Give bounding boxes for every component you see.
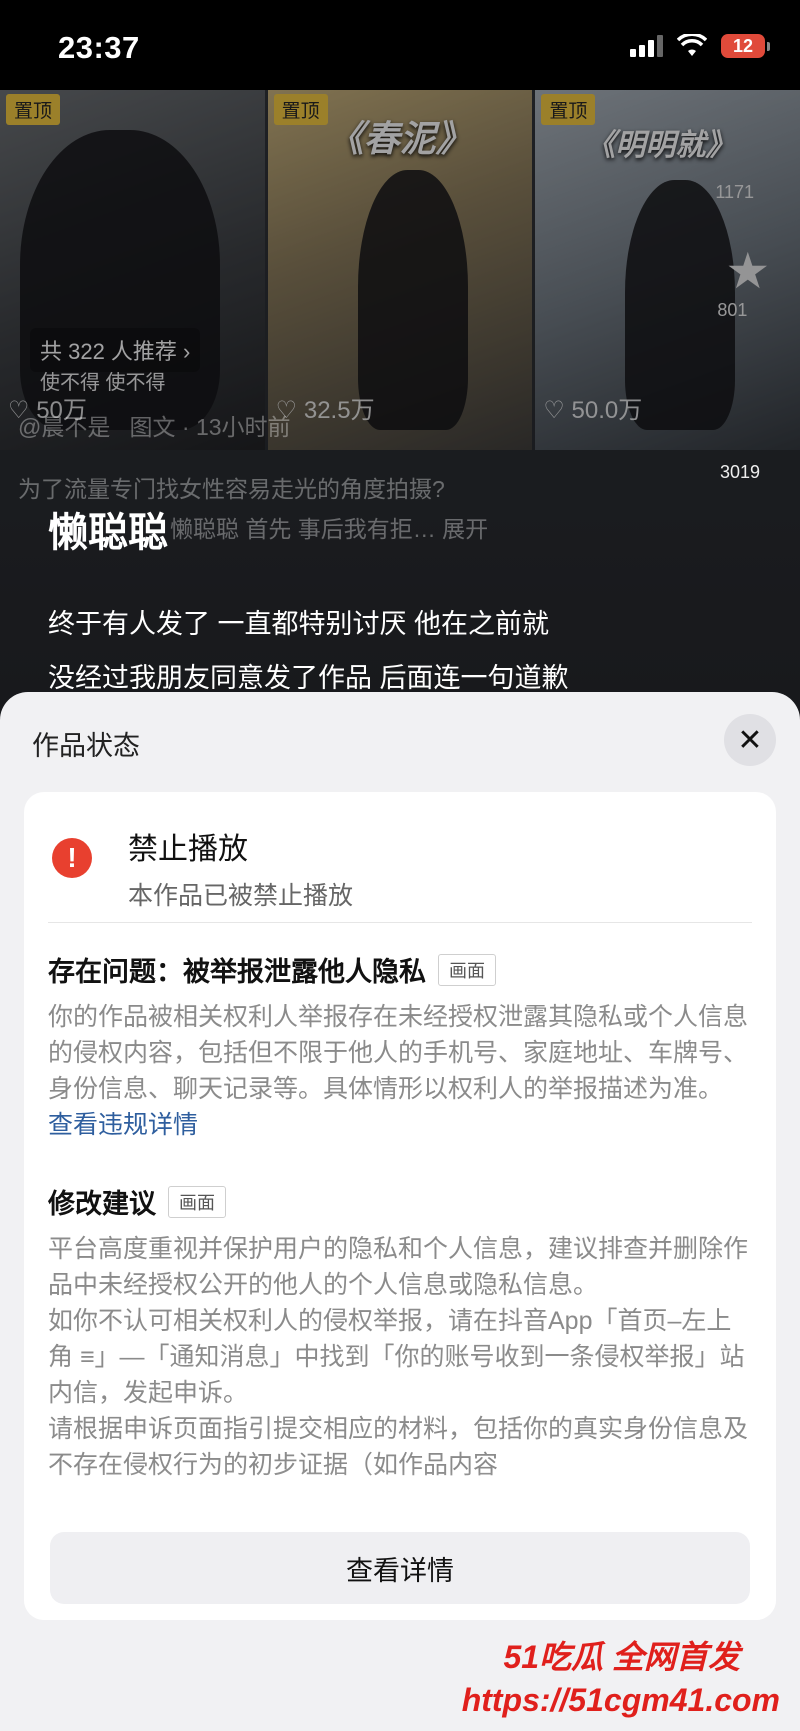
battery-level: 12 bbox=[721, 34, 765, 58]
view-details-button[interactable]: 查看详情 bbox=[50, 1532, 750, 1604]
status-time: 23:37 bbox=[58, 30, 140, 65]
close-icon: ✕ bbox=[737, 723, 763, 757]
status-subtitle: 本作品已被禁止播放 bbox=[128, 882, 354, 910]
stat-count: 3019 bbox=[720, 462, 761, 482]
ghost-caption-2: 懒聪聪 首先 事后我有拒… 展开 bbox=[170, 516, 489, 542]
battery-icon: 12 bbox=[721, 34, 770, 58]
status-header: ! 禁止播放 本作品已被禁止播放 bbox=[52, 824, 353, 912]
cellular-signal-icon bbox=[630, 35, 663, 57]
ghost-caption: 为了流量专门找女性容易走光的角度拍摄? bbox=[18, 476, 445, 502]
wifi-icon bbox=[677, 34, 707, 56]
close-button[interactable]: ✕ bbox=[724, 714, 776, 766]
alert-icon: ! bbox=[52, 838, 92, 878]
advice-section: 修改建议 画面 平台高度重视并保护用户的隐私和个人信息，建议排查并删除作品中未经… bbox=[48, 1182, 752, 1483]
author-name: 懒聪聪 bbox=[48, 511, 168, 555]
watermark-logo: 51吃瓜 全网首发 bbox=[503, 1639, 741, 1675]
watermark-url: https://51cgm41.com bbox=[461, 1682, 780, 1718]
advice-tag: 画面 bbox=[168, 1185, 226, 1218]
ghost-author: @晨不是 图文 · 13小时前 bbox=[18, 414, 291, 440]
issue-tag: 画面 bbox=[438, 953, 496, 986]
description-line: 终于有人发了 一直都特别讨厌 他在之前就 bbox=[48, 609, 550, 639]
issue-title: 存在问题：被举报泄露他人隐私 bbox=[48, 957, 426, 987]
issue-section: 存在问题：被举报泄露他人隐私 画面 你的作品被相关权利人举报存在未经授权泄露其隐… bbox=[48, 950, 752, 1143]
advice-title: 修改建议 bbox=[48, 1189, 156, 1219]
violation-details-link[interactable]: 查看违规详情 bbox=[48, 1111, 198, 1139]
status-card: ! 禁止播放 本作品已被禁止播放 存在问题：被举报泄露他人隐私 画面 你的作品被… bbox=[24, 792, 776, 1620]
advice-paragraph: 如你不认可相关权利人的侵权举报，请在抖音App「首页–左上角 ≡」—「通知消息」… bbox=[48, 1307, 745, 1407]
sheet-title: 作品状态 bbox=[32, 731, 140, 761]
advice-paragraph: 平台高度重视并保护用户的隐私和个人信息，建议排查并删除作品中未经授权公开的他人的… bbox=[48, 1235, 749, 1299]
status-title: 禁止播放 bbox=[128, 833, 248, 866]
work-status-sheet: 作品状态 ✕ ! 禁止播放 本作品已被禁止播放 存在问题：被举报泄露他人隐私 画… bbox=[0, 692, 800, 1731]
issue-body: 你的作品被相关权利人举报存在未经授权泄露其隐私或个人信息的侵权内容，包括但不限于… bbox=[48, 1003, 749, 1139]
divider bbox=[48, 922, 752, 923]
status-bar: 23:37 12 bbox=[0, 0, 800, 90]
status-icons: 12 bbox=[630, 34, 770, 58]
description-line: 没经过我朋友同意发了作品 后面连一句道歉 bbox=[48, 663, 569, 693]
